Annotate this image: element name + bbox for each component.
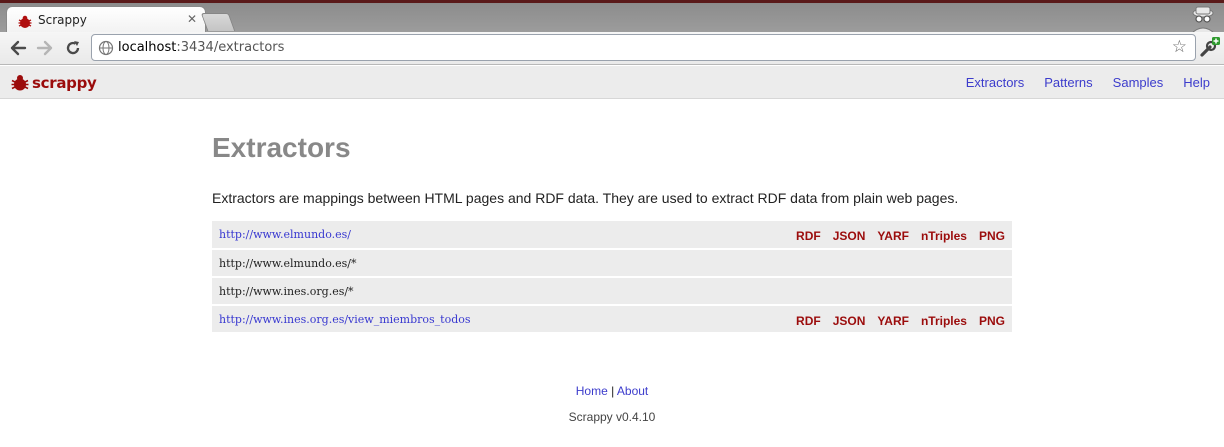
page-footer: Home | About Scrappy v0.4.10 <box>0 384 1224 424</box>
format-link-json[interactable]: JSON <box>833 314 866 328</box>
format-link-png[interactable]: PNG <box>979 229 1005 243</box>
incognito-spy-icon <box>1190 6 1216 34</box>
new-tab-button[interactable] <box>200 13 236 31</box>
bookmark-star-icon[interactable]: ☆ <box>1172 38 1187 56</box>
wrench-menu-icon[interactable] <box>1198 37 1220 59</box>
globe-icon <box>98 40 114 56</box>
extractor-formats-cell <box>636 249 1012 277</box>
extractor-url-cell: http://www.ines.org.es/view_miembros_tod… <box>212 305 636 333</box>
format-link-ntriples[interactable]: nTriples <box>921 314 967 328</box>
extractor-formats-cell: RDF JSON YARF nTriples PNG <box>636 221 1012 249</box>
extractor-row: http://www.elmundo.es/RDF JSON YARF nTriple… <box>212 221 1012 249</box>
extractor-row: http://www.elmundo.es/* <box>212 249 1012 277</box>
url-path: :3434/extractors <box>176 40 285 55</box>
url-host: localhost <box>118 40 177 55</box>
nav-link-patterns[interactable]: Patterns <box>1044 75 1092 90</box>
nav-link-help[interactable]: Help <box>1183 75 1210 90</box>
footer-separator: | <box>611 384 615 398</box>
nav-link-samples[interactable]: Samples <box>1113 75 1164 90</box>
tab-title: Scrappy <box>38 13 87 27</box>
extractor-url-cell: http://www.elmundo.es/ <box>212 221 636 249</box>
address-bar[interactable]: localhost:3434/extractors ☆ <box>91 34 1196 61</box>
nav-link-extractors[interactable]: Extractors <box>966 75 1025 90</box>
forward-arrow-icon <box>36 40 53 56</box>
forward-button[interactable] <box>33 36 57 60</box>
main-content: Extractors Extractors are mappings betwe… <box>212 128 1012 334</box>
extractor-row: http://www.ines.org.es/* <box>212 277 1012 305</box>
extractor-formats-cell: RDF JSON YARF nTriples PNG <box>636 305 1012 333</box>
browser-tab[interactable]: Scrappy ✕ <box>6 6 206 35</box>
reload-button[interactable] <box>61 36 85 60</box>
browser-toolbar: localhost:3434/extractors ☆ <box>0 32 1224 65</box>
page-description: Extractors are mappings between HTML pag… <box>212 190 959 206</box>
format-link-png[interactable]: PNG <box>979 314 1005 328</box>
browser-titlebar: Scrappy ✕ <box>0 0 1224 35</box>
extractor-row: http://www.ines.org.es/view_miembros_tod… <box>212 305 1012 333</box>
reload-icon <box>66 41 80 55</box>
extractors-table: http://www.elmundo.es/RDF JSON YARF nTriple… <box>212 221 1012 334</box>
tab-close-icon[interactable]: ✕ <box>187 12 197 26</box>
format-link-yarf[interactable]: YARF <box>877 229 909 243</box>
scrappy-logo[interactable]: scrappy <box>10 73 97 93</box>
back-arrow-icon <box>10 40 27 56</box>
extractor-url-text: http://www.ines.org.es/* <box>219 284 354 298</box>
url-text: localhost:3434/extractors <box>118 40 284 55</box>
footer-about-link[interactable]: About <box>617 384 648 398</box>
extractor-url-link[interactable]: http://www.elmundo.es/ <box>219 228 351 241</box>
format-link-ntriples[interactable]: nTriples <box>921 229 967 243</box>
footer-links: Home | About <box>0 384 1224 398</box>
page-title: Extractors <box>212 132 351 163</box>
extractor-formats-cell <box>636 277 1012 305</box>
footer-home-link[interactable]: Home <box>576 384 608 398</box>
extractor-url-link[interactable]: http://www.ines.org.es/view_miembros_tod… <box>219 313 471 326</box>
scrappy-bug-icon <box>18 15 32 28</box>
back-button[interactable] <box>6 36 30 60</box>
main-nav: Extractors Patterns Samples Help <box>966 75 1210 90</box>
scrappy-bug-icon <box>11 75 29 91</box>
extractor-url-text: http://www.elmundo.es/* <box>219 256 357 270</box>
format-link-rdf[interactable]: RDF <box>796 314 821 328</box>
extractor-url-cell: http://www.elmundo.es/* <box>212 249 636 277</box>
format-link-json[interactable]: JSON <box>833 229 866 243</box>
version-text: Scrappy v0.4.10 <box>568 410 656 424</box>
extractor-url-cell: http://www.ines.org.es/* <box>212 277 636 305</box>
app-header: scrappy Extractors Patterns Samples Help <box>0 66 1224 99</box>
format-link-rdf[interactable]: RDF <box>796 229 821 243</box>
format-link-yarf[interactable]: YARF <box>877 314 909 328</box>
logo-text: scrappy <box>32 74 97 92</box>
